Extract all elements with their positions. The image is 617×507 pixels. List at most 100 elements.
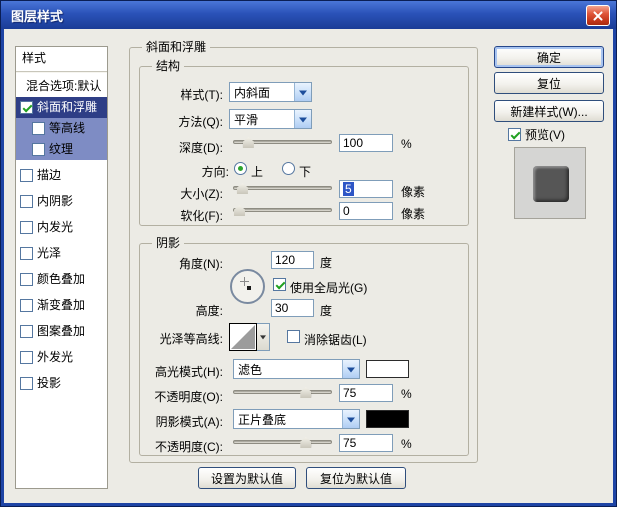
shadow-opacity-label: 不透明度(C): <box>155 440 223 454</box>
style-select[interactable]: 内斜面 <box>229 82 312 102</box>
make-default-button[interactable]: 设置为默认值 <box>198 467 296 489</box>
global-light-label: 使用全局光(G) <box>290 281 368 295</box>
sidebar-item-texture[interactable]: 纹理 <box>16 139 107 160</box>
sidebar-item-inner-glow[interactable]: 内发光 <box>16 217 107 238</box>
sidebar-item-outer-glow[interactable]: 外发光 <box>16 347 107 368</box>
shadow-mode-select[interactable]: 正片叠底 <box>233 409 360 429</box>
dialog-title: 图层样式 <box>11 8 64 24</box>
shadow-color-swatch[interactable] <box>366 410 409 428</box>
styles-sidebar: 样式 混合选项:默认 斜面和浮雕 等高线 纹理 描边 内阴影 内发光 光泽 颜色叠加 渐变叠加 图案… <box>15 46 108 489</box>
size-input[interactable]: 5 <box>339 180 393 198</box>
contour-triangle-icon <box>231 325 255 349</box>
sidebar-checkbox-stroke[interactable] <box>20 169 33 182</box>
sidebar-item-label: 等高线 <box>49 121 86 135</box>
gloss-contour-dropdown[interactable] <box>257 323 270 351</box>
sidebar-item-gradient-overlay[interactable]: 渐变叠加 <box>16 295 107 316</box>
depth-slider[interactable] <box>233 135 332 149</box>
title-bar[interactable]: 图层样式 <box>1 1 616 29</box>
size-slider-thumb[interactable] <box>236 183 248 194</box>
sidebar-item-label: 描边 <box>37 168 62 182</box>
sidebar-item-stroke[interactable]: 描边 <box>16 165 107 186</box>
chevron-down-icon <box>260 335 266 340</box>
highlight-opacity-thumb[interactable] <box>300 387 312 398</box>
shadow-opacity-slider[interactable] <box>233 435 332 449</box>
sidebar-checkbox-outer-glow[interactable] <box>20 351 33 364</box>
highlight-mode-value: 滤色 <box>238 362 263 377</box>
style-preview-thumbnail <box>514 147 586 219</box>
shadow-opacity-input[interactable]: 75 <box>339 434 393 452</box>
layer-style-dialog: 图层样式 样式 混合选项:默认 斜面和浮雕 等高线 纹理 描边 内阴影 内发光 光泽 颜色叠加渐… <box>0 0 617 507</box>
sidebar-checkbox-bevel-emboss[interactable] <box>20 101 33 114</box>
chevron-down-icon[interactable] <box>342 410 359 428</box>
sidebar-item-pattern-overlay[interactable]: 图案叠加 <box>16 321 107 342</box>
sidebar-item-bevel-emboss[interactable]: 斜面和浮雕 <box>16 97 107 118</box>
sidebar-checkbox-color-overlay[interactable] <box>20 273 33 286</box>
highlight-mode-select[interactable]: 滤色 <box>233 359 360 379</box>
shadow-opacity-thumb[interactable] <box>300 437 312 448</box>
chevron-down-icon[interactable] <box>294 83 311 101</box>
preview-checkbox[interactable] <box>508 128 521 141</box>
sidebar-item-satin[interactable]: 光泽 <box>16 243 107 264</box>
chevron-down-icon[interactable] <box>294 110 311 128</box>
style-select-value: 内斜面 <box>234 85 271 100</box>
sidebar-item-label: 光泽 <box>37 246 62 260</box>
sidebar-checkbox-drop-shadow[interactable] <box>20 377 33 390</box>
direction-label: 方向: <box>201 165 229 179</box>
shadow-mode-label: 阴影模式(A): <box>155 415 223 429</box>
sidebar-item-contour[interactable]: 等高线 <box>16 118 107 139</box>
soften-slider-thumb[interactable] <box>233 205 245 216</box>
highlight-opacity-track <box>233 390 332 394</box>
chevron-down-icon[interactable] <box>342 360 359 378</box>
sidebar-checkbox-gradient-overlay[interactable] <box>20 299 33 312</box>
sidebar-checkbox-inner-shadow[interactable] <box>20 195 33 208</box>
depth-input[interactable]: 100 <box>339 134 393 152</box>
size-slider[interactable] <box>233 181 332 195</box>
direction-up-label: 上 <box>251 165 264 179</box>
sidebar-item-label: 纹理 <box>49 142 74 156</box>
angle-dial-center-dot <box>247 286 251 290</box>
sidebar-checkbox-contour[interactable] <box>32 122 45 135</box>
altitude-input[interactable]: 30 <box>271 299 314 317</box>
technique-select[interactable]: 平滑 <box>229 109 312 129</box>
reset-button[interactable]: 复位 <box>494 72 604 94</box>
angle-input[interactable]: 120 <box>271 251 314 269</box>
technique-label: 方法(Q): <box>178 115 223 129</box>
sidebar-item-label: 混合选项:默认 <box>26 79 102 93</box>
crosshair-cursor-icon <box>240 277 249 286</box>
sidebar-item-inner-shadow[interactable]: 内阴影 <box>16 191 107 212</box>
depth-label: 深度(D): <box>179 141 223 155</box>
sidebar-item-color-overlay[interactable]: 颜色叠加 <box>16 269 107 290</box>
soften-slider[interactable] <box>233 203 332 217</box>
gloss-contour-thumbnail[interactable] <box>229 323 257 351</box>
preview-toggle[interactable]: 预览(V) <box>508 126 565 143</box>
size-label: 大小(Z): <box>180 187 223 201</box>
antialias-checkbox[interactable] <box>287 330 300 343</box>
direction-up-radio[interactable] <box>234 162 247 175</box>
ok-button[interactable]: 确定 <box>494 46 604 68</box>
shadow-opacity-track <box>233 440 332 444</box>
sidebar-checkbox-pattern-overlay[interactable] <box>20 325 33 338</box>
sidebar-checkbox-satin[interactable] <box>20 247 33 260</box>
highlight-opacity-slider[interactable] <box>233 385 332 399</box>
global-light-checkbox[interactable] <box>273 278 286 291</box>
direction-down-radio[interactable] <box>282 162 295 175</box>
close-icon <box>592 10 604 22</box>
size-input-selection: 5 <box>343 182 354 196</box>
style-label: 样式(T): <box>180 88 223 102</box>
close-button[interactable] <box>586 5 610 26</box>
highlight-opacity-input[interactable]: 75 <box>339 384 393 402</box>
new-style-button[interactable]: 新建样式(W)... <box>494 100 604 122</box>
sidebar-item-label: 投影 <box>37 376 62 390</box>
depth-slider-thumb[interactable] <box>242 137 254 148</box>
sidebar-item-blending-options[interactable]: 混合选项:默认 <box>16 76 107 97</box>
highlight-opacity-unit: % <box>401 387 412 401</box>
soften-input[interactable]: 0 <box>339 202 393 220</box>
sidebar-checkbox-inner-glow[interactable] <box>20 221 33 234</box>
structure-legend: 结构 <box>152 59 185 73</box>
angle-dial[interactable] <box>230 269 265 304</box>
highlight-color-swatch[interactable] <box>366 360 409 378</box>
soften-unit: 像素 <box>401 207 426 221</box>
reset-default-button[interactable]: 复位为默认值 <box>306 467 406 489</box>
sidebar-item-drop-shadow[interactable]: 投影 <box>16 373 107 394</box>
sidebar-checkbox-texture[interactable] <box>32 143 45 156</box>
